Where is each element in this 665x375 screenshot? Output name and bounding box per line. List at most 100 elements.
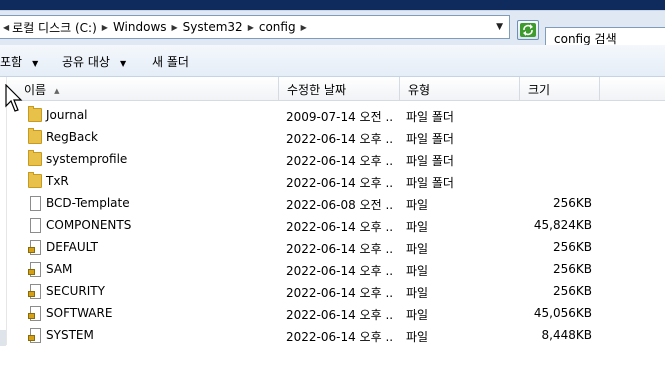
locked-file-icon (28, 306, 41, 321)
file-name: SAM (46, 262, 73, 276)
folder-icon (28, 106, 42, 122)
file-name: COMPONENTS (46, 218, 132, 232)
file-type: 파일 (406, 264, 429, 278)
breadcrumb-windows[interactable]: Windows (113, 20, 167, 34)
file-row[interactable]: SECURITY 2022-06-14 오후 ... 파일 256KB (8, 281, 665, 303)
file-row[interactable]: BCD-Template 2022-06-08 오전 ... 파일 256KB (8, 193, 665, 215)
locked-file-icon (28, 284, 41, 299)
breadcrumb-local-disk[interactable]: 로컬 디스크 (C:) (12, 19, 97, 36)
column-header-name-label: 이름 (24, 83, 47, 97)
folder-icon (28, 172, 42, 188)
file-icon (30, 218, 41, 233)
file-type: 파일 (406, 242, 429, 256)
file-name: TxR (46, 174, 69, 188)
lock-icon (28, 313, 35, 319)
refresh-icon (520, 23, 536, 37)
column-header-size[interactable]: 크기 (520, 77, 600, 100)
share-label: 공유 대상 (62, 55, 110, 69)
locked-file-icon (28, 240, 41, 255)
file-row[interactable]: TxR 2022-06-14 오후 ... 파일 폴더 (8, 171, 665, 193)
file-size: 256KB (552, 196, 592, 210)
file-type: 파일 폴더 (406, 176, 454, 190)
file-date: 2022-06-14 오후 ... (286, 176, 394, 190)
folder-icon (28, 150, 42, 166)
file-date: 2022-06-08 오전 ... (286, 198, 394, 212)
navigation-pane-selection (0, 330, 6, 346)
file-name: systemprofile (46, 152, 128, 166)
lock-icon (28, 291, 35, 297)
file-date: 2022-06-14 오후 ... (286, 264, 394, 278)
file-type: 파일 (406, 220, 429, 234)
sort-ascending-icon: ▲ (54, 87, 60, 95)
file-size: 45,824KB (533, 218, 592, 232)
breadcrumb-chevron-icon[interactable]: ▶ (172, 23, 178, 32)
file-type: 파일 (406, 286, 429, 300)
file-date: 2022-06-14 오후 ... (286, 308, 394, 322)
breadcrumb-chevron-icon[interactable]: ▶ (248, 23, 254, 32)
window-title-bar (0, 0, 665, 10)
file-date: 2022-06-14 오후 ... (286, 286, 394, 300)
file-name: Journal (46, 108, 88, 122)
column-header-name[interactable]: 이름 ▲ (8, 77, 279, 100)
column-header-type[interactable]: 유형 (400, 77, 520, 100)
column-header-type-label: 유형 (408, 83, 431, 97)
file-name: SOFTWARE (46, 306, 113, 320)
lock-icon (28, 269, 35, 275)
new-folder-button[interactable]: 새 폴더 (152, 53, 189, 70)
file-row[interactable]: DEFAULT 2022-06-14 오후 ... 파일 256KB (8, 237, 665, 259)
file-name: BCD-Template (46, 196, 130, 210)
column-header-date[interactable]: 수정한 날짜 (279, 77, 400, 100)
file-size: 256KB (552, 284, 592, 298)
column-header-row: 이름 ▲ 수정한 날짜 유형 크기 (8, 77, 665, 101)
locked-file-icon (28, 328, 41, 343)
file-name: SECURITY (46, 284, 105, 298)
include-in-library-button[interactable]: 포함 ▼ (0, 53, 38, 70)
file-row[interactable]: SOFTWARE 2022-06-14 오후 ... 파일 45,056KB (8, 303, 665, 325)
file-name: DEFAULT (46, 240, 98, 254)
file-date: 2022-06-14 오후 ... (286, 242, 394, 256)
file-row[interactable]: COMPONENTS 2022-06-14 오후 ... 파일 45,824KB (8, 215, 665, 237)
breadcrumb-config[interactable]: config (259, 20, 296, 34)
address-bar[interactable]: ◀ 로컬 디스크 (C:) ▶ Windows ▶ System32 ▶ con… (0, 15, 510, 39)
breadcrumb-chevron-icon[interactable]: ▶ (102, 23, 108, 32)
file-row[interactable]: RegBack 2022-06-14 오후 ... 파일 폴더 (8, 127, 665, 149)
refresh-button[interactable] (517, 20, 539, 40)
include-label: 포함 (0, 55, 23, 69)
lock-icon (28, 247, 35, 253)
pane-splitter[interactable] (6, 77, 7, 345)
file-type: 파일 (406, 330, 429, 344)
share-with-button[interactable]: 공유 대상 ▼ (62, 53, 126, 70)
file-type: 파일 (406, 198, 429, 212)
file-type: 파일 폴더 (406, 132, 454, 146)
file-row[interactable]: Journal 2009-07-14 오전 ... 파일 폴더 (8, 105, 665, 127)
file-type: 파일 (406, 308, 429, 322)
file-size: 256KB (552, 262, 592, 276)
file-date: 2009-07-14 오전 ... (286, 110, 394, 124)
file-row[interactable]: SAM 2022-06-14 오후 ... 파일 256KB (8, 259, 665, 281)
file-date: 2022-06-14 오후 ... (286, 220, 394, 234)
mouse-cursor-icon (5, 83, 23, 117)
file-size: 8,448KB (541, 328, 592, 342)
command-bar: 포함 ▼ 공유 대상 ▼ 새 폴더 (0, 45, 665, 77)
file-size: 256KB (552, 240, 592, 254)
breadcrumb-system32[interactable]: System32 (183, 20, 243, 34)
file-name: SYSTEM (46, 328, 94, 342)
file-date: 2022-06-14 오후 ... (286, 132, 394, 146)
chevron-down-icon: ▼ (119, 59, 127, 68)
address-dropdown-icon[interactable]: ▼ (496, 22, 503, 32)
file-date: 2022-06-14 오후 ... (286, 154, 394, 168)
lock-icon (28, 335, 35, 341)
search-placeholder: config 검색 (554, 32, 617, 46)
locked-file-icon (28, 262, 41, 277)
file-row[interactable]: SYSTEM 2022-06-14 오후 ... 파일 8,448KB (8, 325, 665, 347)
address-row: ◀ 로컬 디스크 (C:) ▶ Windows ▶ System32 ▶ con… (0, 11, 665, 49)
file-type: 파일 폴더 (406, 154, 454, 168)
column-header-size-label: 크기 (528, 83, 551, 97)
file-type: 파일 폴더 (406, 110, 454, 124)
folder-icon (28, 128, 42, 144)
breadcrumb-overflow-icon[interactable]: ◀ (3, 23, 9, 32)
file-row[interactable]: systemprofile 2022-06-14 오후 ... 파일 폴더 (8, 149, 665, 171)
breadcrumb-chevron-icon[interactable]: ▶ (301, 23, 307, 32)
file-size: 45,056KB (533, 306, 592, 320)
file-icon (30, 196, 41, 211)
